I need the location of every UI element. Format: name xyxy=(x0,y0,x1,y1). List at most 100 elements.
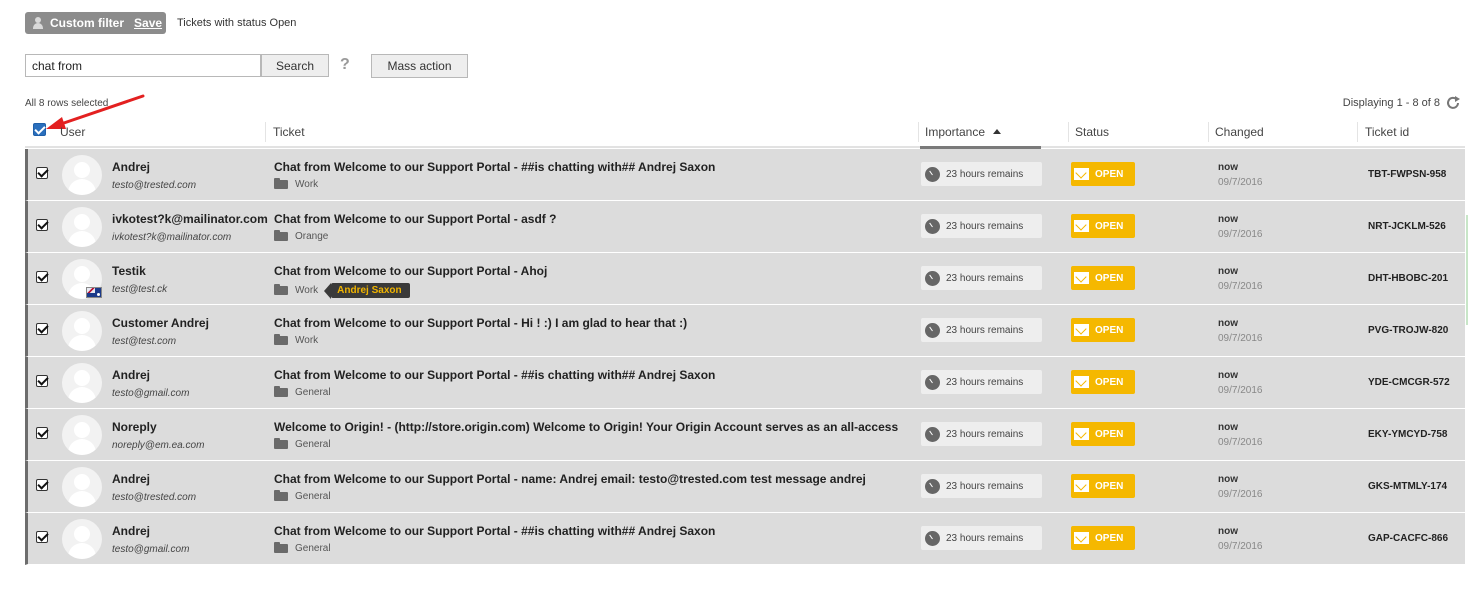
envelope-icon xyxy=(1074,324,1089,336)
clock-icon xyxy=(925,166,940,182)
importance-label: 23 hours remains xyxy=(946,272,1024,284)
row-checkbox[interactable] xyxy=(36,531,48,543)
column-status[interactable]: Status xyxy=(1075,118,1109,146)
changed-date: 09/7/2016 xyxy=(1218,333,1263,344)
ticket-subject[interactable]: Chat from Welcome to our Support Portal … xyxy=(274,368,715,382)
agent-tag: Andrej Saxon xyxy=(324,283,410,299)
folder-icon xyxy=(274,230,288,241)
ticket-department: General xyxy=(274,542,331,554)
avatar xyxy=(62,467,102,507)
envelope-icon xyxy=(1074,272,1089,284)
select-all-checkbox[interactable] xyxy=(33,123,46,136)
status-label: OPEN xyxy=(1095,272,1124,284)
ticket-id[interactable]: GAP-CACFC-866 xyxy=(1368,533,1448,544)
importance-badge: 23 hours remains xyxy=(921,162,1042,186)
save-filter-link[interactable]: Save xyxy=(134,16,162,30)
avatar xyxy=(62,311,102,351)
folder-icon xyxy=(274,490,288,501)
table-row[interactable]: Testik test@test.ck Chat from Welcome to… xyxy=(25,253,1465,305)
clock-icon xyxy=(925,426,940,442)
row-checkbox[interactable] xyxy=(36,323,48,335)
ticket-id[interactable]: EKY-YMCYD-758 xyxy=(1368,429,1447,440)
table-row[interactable]: Andrej testo@gmail.com Chat from Welcome… xyxy=(25,513,1465,565)
envelope-icon xyxy=(1074,376,1089,388)
user-name[interactable]: Noreply xyxy=(112,420,157,434)
row-checkbox[interactable] xyxy=(36,479,48,491)
clock-icon xyxy=(925,270,940,286)
clock-icon xyxy=(925,374,940,390)
ticket-id[interactable]: TBT-FWPSN-958 xyxy=(1368,169,1446,180)
user-email: test@test.com xyxy=(112,336,177,347)
row-checkbox[interactable] xyxy=(36,271,48,283)
search-button[interactable]: Search xyxy=(261,54,329,77)
avatar xyxy=(62,155,102,195)
user-name[interactable]: Testik xyxy=(112,264,146,278)
ticket-subject[interactable]: Chat from Welcome to our Support Portal … xyxy=(274,472,866,486)
department-label: General xyxy=(295,439,331,450)
ticket-subject[interactable]: Chat from Welcome to our Support Portal … xyxy=(274,212,556,226)
mass-action-button[interactable]: Mass action xyxy=(371,54,468,78)
importance-label: 23 hours remains xyxy=(946,428,1024,440)
custom-filter-pill[interactable]: Custom filter Save xyxy=(25,12,166,34)
envelope-icon xyxy=(1074,480,1089,492)
column-ticket[interactable]: Ticket xyxy=(273,118,305,146)
table-row[interactable]: ivkotest?k@mailinator.com ivkotest?k@mai… xyxy=(25,201,1465,253)
user-name[interactable]: Andrej xyxy=(112,368,150,382)
envelope-icon xyxy=(1074,220,1089,232)
column-user[interactable]: User xyxy=(60,118,85,146)
ticket-id[interactable]: YDE-CMCGR-572 xyxy=(1368,377,1450,388)
column-changed[interactable]: Changed xyxy=(1215,118,1264,146)
user-name[interactable]: ivkotest?k@mailinator.com xyxy=(112,212,268,226)
changed-date: 09/7/2016 xyxy=(1218,437,1263,448)
department-label: General xyxy=(295,491,331,502)
importance-badge: 23 hours remains xyxy=(921,318,1042,342)
user-name[interactable]: Andrej xyxy=(112,524,150,538)
ticket-id[interactable]: DHT-HBOBC-201 xyxy=(1368,273,1448,284)
user-email: testo@gmail.com xyxy=(112,388,190,399)
importance-label: 23 hours remains xyxy=(946,220,1024,232)
table-row[interactable]: Andrej testo@gmail.com Chat from Welcome… xyxy=(25,357,1465,409)
refresh-icon[interactable] xyxy=(1445,95,1461,111)
column-divider xyxy=(1357,122,1358,142)
table-header: User Ticket Importance Status Changed Ti… xyxy=(25,118,1465,149)
clock-icon xyxy=(925,322,940,338)
ticket-id[interactable]: GKS-MTMLY-174 xyxy=(1368,481,1447,492)
row-checkbox[interactable] xyxy=(36,167,48,179)
clock-icon xyxy=(925,218,940,234)
ticket-subject[interactable]: Welcome to Origin! - (http://store.origi… xyxy=(274,420,898,434)
envelope-icon xyxy=(1074,532,1089,544)
ticket-subject[interactable]: Chat from Welcome to our Support Portal … xyxy=(274,264,547,278)
filter-description: Tickets with status Open xyxy=(177,17,297,29)
ticket-subject[interactable]: Chat from Welcome to our Support Portal … xyxy=(274,316,687,330)
ticket-department: General xyxy=(274,490,331,502)
avatar xyxy=(62,207,102,247)
sort-ascending-icon xyxy=(993,128,1002,134)
ticket-department: Orange xyxy=(274,230,328,242)
status-label: OPEN xyxy=(1095,376,1124,388)
changed-relative: now xyxy=(1218,266,1238,277)
ticket-id[interactable]: PVG-TROJW-820 xyxy=(1368,325,1448,336)
ticket-subject[interactable]: Chat from Welcome to our Support Portal … xyxy=(274,160,715,174)
importance-badge: 23 hours remains xyxy=(921,422,1042,446)
table-row[interactable]: Andrej testo@trested.com Chat from Welco… xyxy=(25,149,1465,201)
table-row[interactable]: Noreply noreply@em.ea.com Welcome to Ori… xyxy=(25,409,1465,461)
column-divider xyxy=(1068,122,1069,142)
help-icon[interactable]: ? xyxy=(340,56,350,74)
ticket-id[interactable]: NRT-JCKLM-526 xyxy=(1368,221,1446,232)
ticket-subject[interactable]: Chat from Welcome to our Support Portal … xyxy=(274,524,715,538)
user-name[interactable]: Andrej xyxy=(112,160,150,174)
search-input[interactable] xyxy=(25,54,261,77)
user-email: ivkotest?k@mailinator.com xyxy=(112,232,232,243)
column-ticket-id[interactable]: Ticket id xyxy=(1365,118,1409,146)
status-label: OPEN xyxy=(1095,220,1124,232)
table-row[interactable]: Customer Andrej test@test.com Chat from … xyxy=(25,305,1465,357)
column-importance[interactable]: Importance xyxy=(925,118,1002,146)
user-name[interactable]: Customer Andrej xyxy=(112,316,209,330)
user-name[interactable]: Andrej xyxy=(112,472,150,486)
row-checkbox[interactable] xyxy=(36,375,48,387)
user-email: noreply@em.ea.com xyxy=(112,440,205,451)
table-row[interactable]: Andrej testo@trested.com Chat from Welco… xyxy=(25,461,1465,513)
row-checkbox[interactable] xyxy=(36,219,48,231)
changed-relative: now xyxy=(1218,214,1238,225)
row-checkbox[interactable] xyxy=(36,427,48,439)
